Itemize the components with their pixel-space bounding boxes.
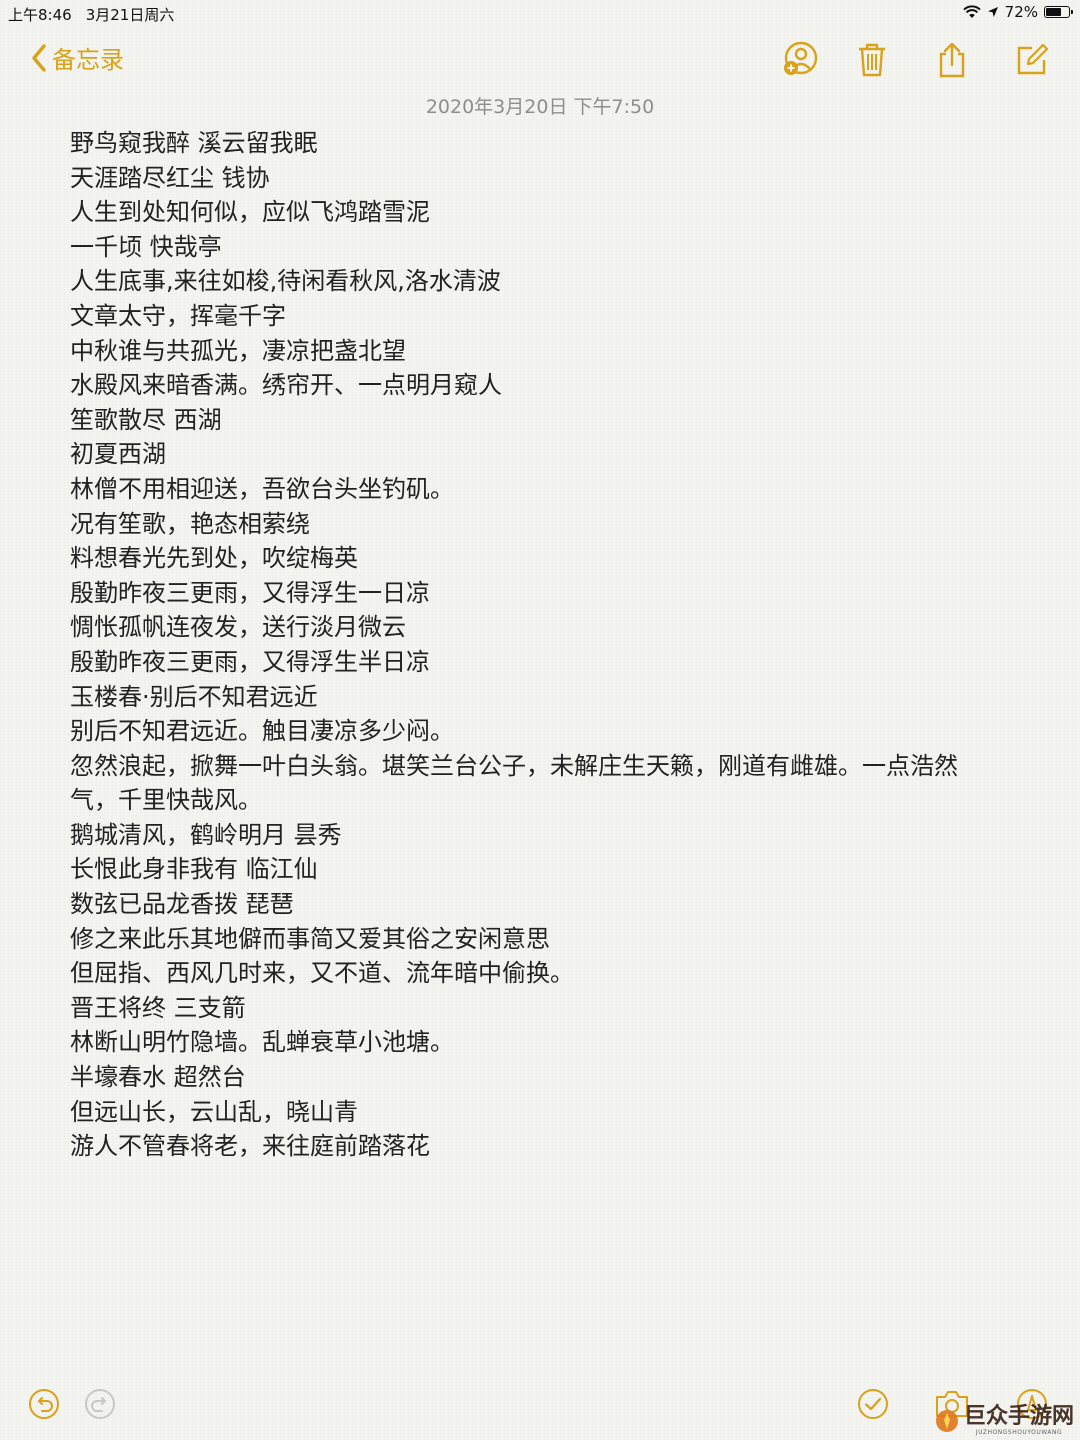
status-date: 3月21日周六	[85, 6, 175, 24]
add-person-icon	[784, 41, 818, 75]
battery-icon	[1044, 6, 1073, 18]
checklist-button[interactable]	[855, 1386, 891, 1422]
checklist-icon	[858, 1389, 888, 1419]
battery-level	[1046, 8, 1062, 16]
note-line: 文章太守，挥毫千字	[70, 301, 286, 330]
back-label: 备忘录	[52, 46, 124, 74]
compose-icon	[1017, 43, 1049, 75]
note-line: 数弦已品龙香拨 琵琶	[70, 890, 294, 919]
add-person-button[interactable]	[780, 40, 820, 80]
note-line: 修之来此乐其地僻而事简又爱其俗之安闲意思	[70, 924, 550, 953]
note-line: 半壕春水 超然台	[70, 1063, 246, 1092]
undo-button[interactable]	[26, 1386, 62, 1422]
redo-icon	[85, 1389, 115, 1419]
watermark-logo-icon	[935, 1409, 958, 1432]
note-line: 水殿风来暗香满。绣帘开、一点明月窥人	[70, 371, 502, 400]
note-line: 初夏西湖	[70, 440, 166, 469]
note-line: 人生底事,来往如梭,待闲看秋风,洛水清波	[70, 267, 501, 296]
compose-button[interactable]	[1012, 40, 1052, 80]
note-line: 野鸟窥我醉 溪云留我眠	[70, 129, 318, 157]
note-line: 长恨此身非我有 临江仙	[70, 855, 318, 884]
note-line: 林僧不用相迎送，吾欲台头坐钓矶。	[70, 474, 454, 503]
note-line: 笙歌散尽 西湖	[70, 405, 222, 434]
location-arrow-icon	[987, 7, 998, 17]
note-line: 但远山长，云山乱，晓山青	[70, 1097, 358, 1126]
status-left: 上午8:46 3月21日周六	[8, 4, 174, 25]
back-button[interactable]: 备忘录	[30, 40, 124, 75]
share-button[interactable]	[932, 40, 972, 80]
note-line: 中秋谁与共孤光，凄凉把盏北望	[70, 336, 406, 365]
delete-button[interactable]	[852, 40, 892, 80]
watermark-text: 巨众手游网 JUZHONGSHOUYOUWANG	[964, 1405, 1074, 1436]
status-right: 72%	[962, 3, 1073, 21]
note-line: 殷勤昨夜三更雨，又得浮生一日凉	[70, 578, 430, 607]
note-line: 料想春光先到处，吹绽梅英	[70, 544, 358, 573]
note-line: 惆怅孤帆连夜发，送行淡月微云	[70, 613, 406, 642]
trash-icon	[859, 43, 885, 77]
battery-percent: 72%	[1004, 3, 1038, 21]
note-line: 天涯踏尽红尘 钱协	[70, 163, 270, 192]
note-line: 玉楼春·别后不知君远近	[70, 682, 318, 711]
note-line: 一千顷 快哉亭	[70, 232, 222, 261]
watermark-sub: JUZHONGSHOUYOUWANG	[975, 1429, 1063, 1436]
watermark-main: 巨众手游网	[963, 1403, 1074, 1429]
chevron-left-icon	[32, 43, 46, 72]
status-time: 上午8:46	[8, 6, 72, 24]
note-line: 晋王将终 三支箭	[70, 993, 246, 1022]
note-body[interactable]: 野鸟窥我醉 溪云留我眠 天涯踏尽红尘 钱协人生到处知何似，应似飞鸿踏雪泥 一千顷 快…	[70, 126, 1000, 1164]
note-line: 忽然浪起，掀舞一叶白头翁。堪笑兰台公子，未解庄生天籁，刚道有雌雄。一点浩然气，千…	[70, 751, 958, 815]
note-line: 况有笙歌，艳态相萦绕	[70, 509, 310, 538]
status-bar: 上午8:46 3月21日周六 72%	[0, 0, 1080, 28]
share-icon	[939, 42, 965, 78]
site-watermark: 巨众手游网 JUZHONGSHOUYOUWANG	[934, 1405, 1074, 1436]
note-line: 但屈指、西风几时来，又不道、流年暗中偷换。	[70, 959, 574, 988]
note-line: 游人不管春将老，来往庭前踏落花	[70, 1132, 430, 1161]
wifi-icon	[962, 5, 981, 18]
undo-icon	[29, 1389, 59, 1419]
note-line: 别后不知君远近。触目凄凉多少闷。	[70, 717, 454, 746]
note-line: 鹅城清风，鹤岭明月 昙秀	[70, 820, 342, 849]
note-timestamp: 2020年3月20日 下午7:50	[425, 96, 655, 118]
note-line: 林断山明竹隐墙。乱蝉衰草小池塘。	[70, 1028, 454, 1057]
note-line: 殷勤昨夜三更雨，又得浮生半日凉	[70, 647, 430, 676]
redo-button[interactable]	[82, 1386, 118, 1422]
note-line: 人生到处知何似，应似飞鸿踏雪泥	[70, 198, 430, 227]
